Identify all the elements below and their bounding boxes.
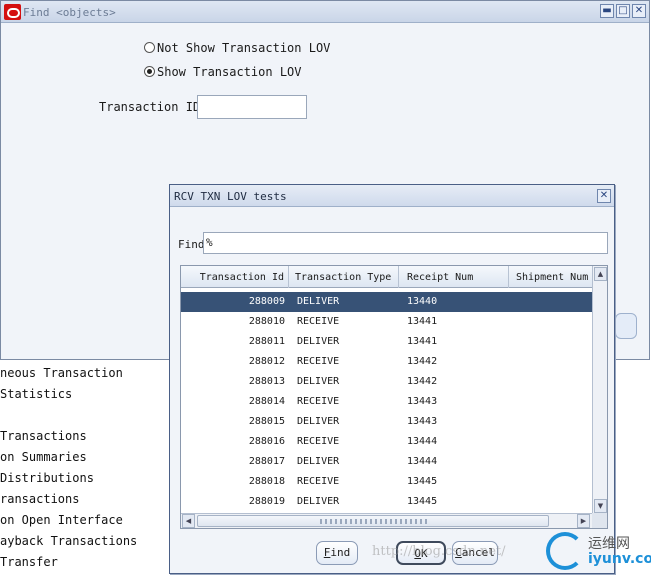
lov-title: RCV TXN LOV tests — [174, 190, 287, 203]
close-icon[interactable]: ✕ — [597, 189, 611, 203]
table-row[interactable]: 288010 RECEIVE 13441 — [181, 312, 593, 332]
horizontal-scrollbar[interactable]: ◀ ▶ — [181, 513, 593, 528]
cell-receipt-num: 13444 — [407, 436, 438, 447]
cell-receipt-num: 13441 — [407, 336, 438, 347]
find-button[interactable]: Find — [316, 541, 358, 565]
cell-transaction-id: 288010 — [248, 316, 285, 327]
watermark-url: http://blog.csdn.net/ — [372, 544, 506, 559]
menu-item-transfer[interactable]: Transfer — [0, 555, 58, 569]
table-row[interactable]: 288016 RECEIVE 13444 — [181, 432, 593, 452]
scroll-grip — [320, 519, 430, 524]
scroll-left-icon[interactable]: ◀ — [182, 514, 195, 528]
radio-show-label: Show Transaction LOV — [157, 65, 302, 79]
cell-transaction-id: 288013 — [248, 376, 285, 387]
hidden-button-edge[interactable] — [615, 313, 637, 339]
oracle-logo-icon — [4, 4, 21, 20]
menu-item-summaries[interactable]: on Summaries — [0, 450, 87, 464]
close-icon[interactable]: ✕ — [632, 4, 646, 18]
table-row[interactable]: 288009 DELIVER 13440 — [181, 292, 593, 312]
cell-transaction-id: 288019 — [248, 496, 285, 507]
cell-transaction-id: 288016 — [248, 436, 285, 447]
lov-find-label: Find — [178, 238, 205, 251]
cell-transaction-type: DELIVER — [297, 336, 340, 347]
cell-transaction-id: 288012 — [248, 356, 285, 367]
cell-transaction-id: 288018 — [248, 476, 285, 487]
table-row[interactable]: 288019 DELIVER 13445 — [181, 492, 593, 512]
table-body: 288009 DELIVER 13440 288010 RECEIVE 1344… — [181, 288, 593, 510]
lov-results-table: Transaction Id Transaction Type Receipt … — [180, 265, 608, 529]
window-controls: ▬ □ ✕ — [600, 4, 646, 18]
cell-receipt-num: 13443 — [407, 396, 438, 407]
radio-show-lov[interactable]: Show Transaction LOV — [144, 65, 302, 79]
find-window-title: Find <objects> — [23, 6, 116, 19]
menu-item-transactions[interactable]: Transactions — [0, 429, 87, 443]
cell-transaction-type: RECEIVE — [297, 316, 340, 327]
cell-transaction-type: DELIVER — [297, 496, 340, 507]
menu-item-miscellaneous-transaction[interactable]: neous Transaction — [0, 366, 123, 380]
table-header: Transaction Id Transaction Type Receipt … — [181, 266, 593, 288]
minimize-icon[interactable]: ▬ — [600, 4, 614, 18]
col-shipment-num[interactable]: Shipment Num — [509, 266, 593, 288]
cell-receipt-num: 13442 — [407, 376, 438, 387]
cell-receipt-num: 13443 — [407, 416, 438, 427]
col-receipt-num[interactable]: Receipt Num — [399, 266, 509, 288]
cell-transaction-type: RECEIVE — [297, 436, 340, 447]
cell-transaction-id: 288011 — [248, 336, 285, 347]
table-row[interactable]: 288013 DELIVER 13442 — [181, 372, 593, 392]
scroll-down-icon[interactable]: ▼ — [594, 499, 607, 513]
cell-transaction-type: RECEIVE — [297, 476, 340, 487]
watermark-logo: 运维网 iyunv.com — [546, 530, 651, 572]
transaction-id-label: Transaction ID — [99, 100, 201, 114]
menu-item-open-interface[interactable]: on Open Interface — [0, 513, 123, 527]
scroll-corner — [592, 513, 607, 528]
cell-transaction-id: 288014 — [248, 396, 285, 407]
cell-receipt-num: 13445 — [407, 496, 438, 507]
cell-receipt-num: 13444 — [407, 456, 438, 467]
horizontal-scroll-thumb[interactable] — [197, 515, 549, 527]
radio-unchecked-icon[interactable] — [144, 42, 155, 53]
watermark-logo-line1: 运维网 — [588, 536, 630, 552]
cell-transaction-id: 288009 — [248, 296, 285, 307]
cell-transaction-type: DELIVER — [297, 296, 340, 307]
menu-item-distributions[interactable]: Distributions — [0, 471, 94, 485]
menu-item-statistics[interactable]: Statistics — [0, 387, 72, 401]
cell-transaction-type: RECEIVE — [297, 396, 340, 407]
menu-item-payback-transactions[interactable]: ayback Transactions — [0, 534, 137, 548]
cell-transaction-id: 288015 — [248, 416, 285, 427]
find-window-titlebar[interactable]: Find <objects> ▬ □ ✕ — [1, 1, 649, 23]
col-transaction-type[interactable]: Transaction Type — [289, 266, 399, 288]
cell-receipt-num: 13440 — [407, 296, 438, 307]
vertical-scrollbar[interactable]: ▲ ▼ — [592, 266, 607, 514]
radio-not-show-label: Not Show Transaction LOV — [157, 41, 331, 55]
scroll-up-icon[interactable]: ▲ — [594, 267, 607, 281]
cell-receipt-num: 13442 — [407, 356, 438, 367]
watermark-logo-line2: iyunv.com — [588, 551, 651, 567]
cell-transaction-type: DELIVER — [297, 416, 340, 427]
cell-receipt-num: 13445 — [407, 476, 438, 487]
table-row[interactable]: 288014 RECEIVE 13443 — [181, 392, 593, 412]
radio-checked-icon[interactable] — [144, 66, 155, 77]
cell-transaction-type: RECEIVE — [297, 356, 340, 367]
maximize-icon[interactable]: □ — [616, 4, 630, 18]
radio-not-show-lov[interactable]: Not Show Transaction LOV — [144, 41, 330, 55]
transaction-id-field[interactable] — [197, 95, 307, 119]
cell-receipt-num: 13441 — [407, 316, 438, 327]
cell-transaction-type: DELIVER — [297, 376, 340, 387]
cell-transaction-id: 288017 — [248, 456, 285, 467]
watermark-ring-icon — [546, 532, 584, 570]
cell-transaction-type: DELIVER — [297, 456, 340, 467]
scroll-right-icon[interactable]: ▶ — [577, 514, 590, 528]
find-button-label: ind — [330, 546, 351, 559]
table-row[interactable]: 288018 RECEIVE 13445 — [181, 472, 593, 492]
lov-find-input[interactable]: % — [203, 232, 608, 254]
table-row[interactable]: 288015 DELIVER 13443 — [181, 412, 593, 432]
lov-dialog: RCV TXN LOV tests ✕ Find % Transaction I… — [169, 184, 615, 574]
menu-item-transactions-2[interactable]: ransactions — [0, 492, 79, 506]
table-row[interactable]: 288012 RECEIVE 13442 — [181, 352, 593, 372]
col-transaction-id[interactable]: Transaction Id — [181, 266, 289, 288]
table-row[interactable]: 288011 DELIVER 13441 — [181, 332, 593, 352]
lov-titlebar[interactable]: RCV TXN LOV tests ✕ — [170, 185, 614, 207]
table-row[interactable]: 288017 DELIVER 13444 — [181, 452, 593, 472]
